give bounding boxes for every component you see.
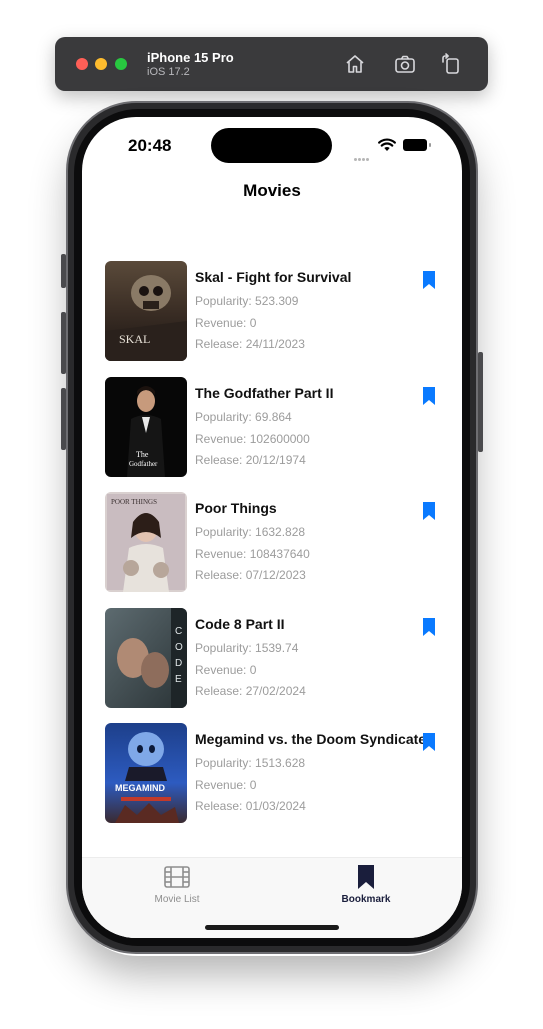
- svg-text:Godfather: Godfather: [129, 460, 158, 468]
- status-time: 20:48: [128, 136, 172, 155]
- movie-poster: SKAL: [105, 261, 187, 361]
- movie-revenue: Revenue: 102600000: [195, 431, 310, 446]
- movie-title: The Godfather Part II: [195, 384, 334, 401]
- page-title: Movies: [243, 181, 301, 200]
- svg-text:POOR THINGS: POOR THINGS: [111, 498, 157, 506]
- bookmark-icon[interactable]: [423, 271, 435, 289]
- movie-release: Release: 07/12/2023: [195, 568, 306, 583]
- movie-popularity: Popularity: 69.864: [195, 409, 292, 424]
- svg-text:SKAL: SKAL: [119, 332, 150, 346]
- tab-movie-list[interactable]: Movie List: [117, 864, 237, 905]
- movie-release: Release: 20/12/1974: [195, 452, 306, 467]
- device-screen: 20:48 Movies SKAL Skal - Fight for Survi…: [82, 117, 462, 938]
- movie-poster: C O D E: [105, 607, 187, 708]
- svg-text:C: C: [175, 626, 182, 637]
- movie-release: Release: 01/03/2024: [195, 799, 306, 814]
- simulator-title-bar: iPhone 15 Pro iOS 17.2: [55, 37, 488, 91]
- bookmark-icon[interactable]: [423, 617, 435, 636]
- movie-row[interactable]: MEGAMIND Megamind vs. the Doom Syndicate…: [82, 723, 462, 839]
- movie-row[interactable]: POOR THINGS Poor Things Popularity: 1632…: [82, 492, 462, 608]
- movie-release: Release: 24/11/2023: [195, 337, 305, 351]
- movie-popularity: Popularity: 523.309: [195, 294, 299, 308]
- movie-revenue: Revenue: 0: [195, 316, 257, 330]
- movie-popularity: Popularity: 1632.828: [195, 525, 306, 540]
- svg-text:D: D: [175, 658, 182, 669]
- film-icon: [117, 864, 237, 890]
- bookmark-icon[interactable]: [423, 386, 435, 405]
- bookmark-icon[interactable]: [423, 733, 435, 752]
- movie-popularity: Popularity: 1513.628: [195, 756, 306, 771]
- movie-title: Megamind vs. the Doom Syndicate: [195, 731, 427, 748]
- home-indicator: [205, 925, 339, 930]
- tab-bookmark[interactable]: Bookmark: [306, 864, 426, 905]
- cellular-signal-icon: [354, 148, 374, 161]
- power-button: [478, 352, 483, 452]
- movie-title: Code 8 Part II: [195, 615, 285, 632]
- screenshot-icon[interactable]: [393, 52, 417, 76]
- rotate-icon[interactable]: [439, 52, 463, 76]
- device-name: iPhone 15 Pro: [147, 50, 234, 65]
- battery-icon: [403, 139, 427, 151]
- movie-poster: The Godfather: [105, 376, 187, 477]
- minimize-window-button[interactable]: [95, 58, 107, 70]
- dynamic-island: [211, 128, 332, 163]
- movie-title: Skal - Fight for Survival: [195, 269, 352, 285]
- svg-text:MEGAMIND: MEGAMIND: [115, 783, 165, 793]
- movie-revenue: Revenue: 108437640: [195, 547, 310, 562]
- svg-text:O: O: [175, 642, 183, 653]
- movie-list: SKAL Skal - Fight for Survival Popularit…: [82, 261, 462, 839]
- os-version: iOS 17.2: [147, 66, 190, 78]
- movie-title: Poor Things: [195, 500, 277, 517]
- movie-popularity: Popularity: 1539.74: [195, 640, 299, 655]
- movie-row[interactable]: The Godfather The Godfather Part II Popu…: [82, 376, 462, 493]
- bookmark-icon: [306, 864, 426, 890]
- tab-label: Bookmark: [341, 894, 391, 905]
- tab-label: Movie List: [154, 894, 200, 905]
- movie-row[interactable]: C O D E Code 8 Part II Popularity: 1539.…: [82, 607, 462, 724]
- zoom-window-button[interactable]: [115, 58, 127, 70]
- movie-row[interactable]: SKAL Skal - Fight for Survival Popularit…: [82, 261, 462, 377]
- svg-text:E: E: [175, 674, 182, 685]
- movie-revenue: Revenue: 0: [195, 662, 257, 677]
- movie-poster: POOR THINGS: [105, 492, 187, 593]
- movie-revenue: Revenue: 0: [195, 778, 257, 793]
- movie-release: Release: 27/02/2024: [195, 683, 306, 698]
- svg-text:The: The: [136, 450, 149, 459]
- wifi-icon: [378, 138, 396, 152]
- close-window-button[interactable]: [76, 58, 88, 70]
- home-icon[interactable]: [343, 52, 367, 76]
- battery-tip: [429, 143, 431, 147]
- movie-poster: MEGAMIND: [105, 723, 187, 824]
- bookmark-icon[interactable]: [423, 502, 435, 521]
